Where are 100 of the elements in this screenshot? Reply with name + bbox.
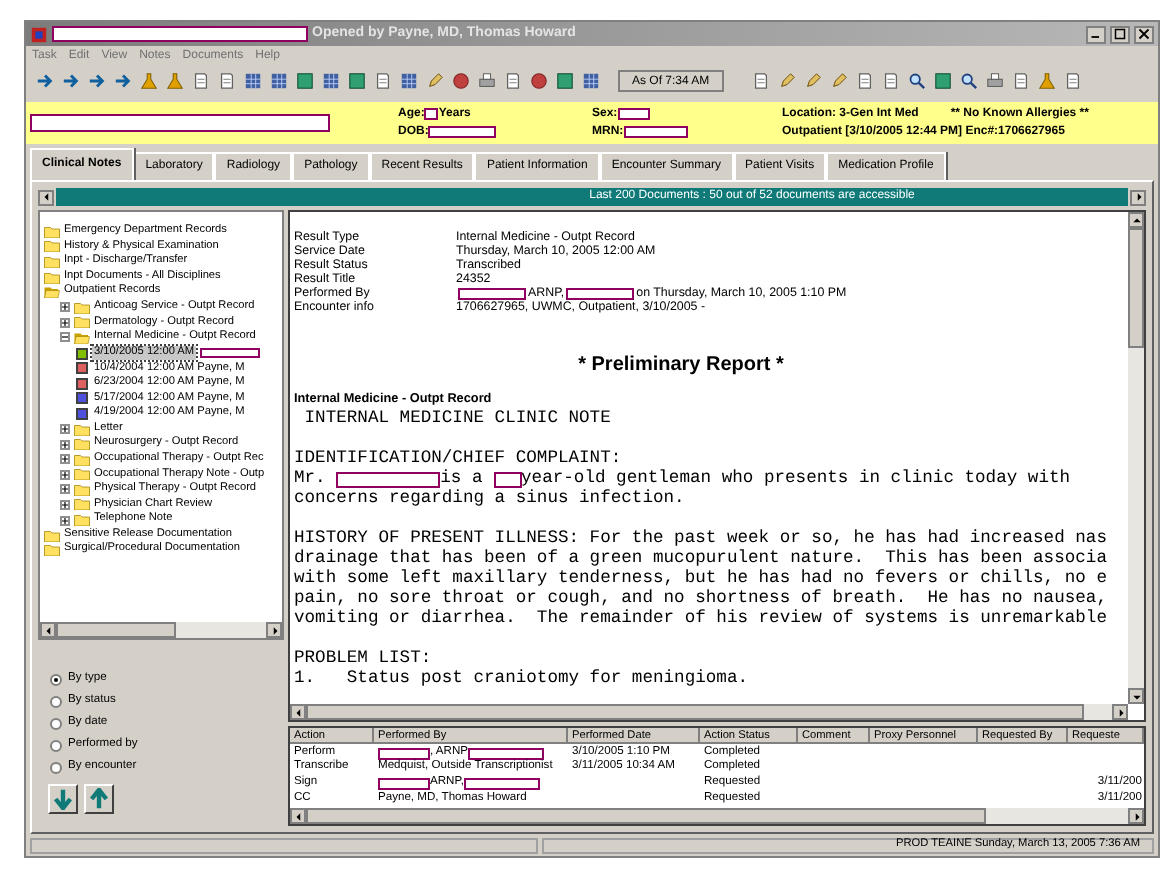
toolbar-button[interactable] (112, 71, 132, 91)
toolbar-button[interactable] (751, 71, 772, 91)
report-text: 1. Status post craniotomy for meningioma. (294, 666, 748, 693)
plus-icon (62, 471, 68, 478)
toolbar-button[interactable] (777, 71, 798, 91)
document-icon (882, 72, 901, 90)
toolbar-button[interactable] (933, 71, 954, 91)
toolbar-button[interactable] (164, 71, 184, 91)
plus-icon (62, 517, 68, 524)
scroll-button[interactable] (1112, 704, 1128, 720)
triangle-icon (293, 707, 303, 717)
redaction-box (458, 287, 526, 299)
square-icon (934, 72, 953, 90)
grid-icon (321, 72, 339, 90)
move-button[interactable] (84, 784, 114, 814)
triangle-icon (293, 811, 303, 821)
toolbar-button[interactable] (450, 71, 470, 91)
toolbar-button[interactable] (60, 71, 80, 91)
expander[interactable] (60, 469, 70, 480)
scroll-button[interactable] (1128, 808, 1144, 824)
move-button[interactable] (48, 784, 78, 814)
radio-button[interactable] (50, 674, 62, 686)
scroll-thumb[interactable] (56, 622, 176, 638)
scroll-button[interactable] (1130, 189, 1146, 205)
toolbar-button[interactable] (803, 71, 824, 91)
expander[interactable] (60, 332, 70, 343)
expander[interactable] (60, 439, 70, 450)
scroll-button[interactable] (1128, 688, 1144, 704)
scroll-thumb[interactable] (306, 808, 986, 824)
expander[interactable] (60, 317, 70, 328)
toolbar-button[interactable] (985, 71, 1006, 91)
scroll-button[interactable] (1128, 212, 1144, 228)
expander[interactable] (60, 515, 70, 526)
scroll-thumb[interactable] (1128, 228, 1144, 348)
toolbar-button[interactable] (907, 71, 928, 91)
expander[interactable] (60, 424, 70, 435)
scrollbar[interactable] (1128, 212, 1144, 704)
radio-button[interactable] (50, 718, 62, 730)
minimize-button[interactable] (1086, 25, 1106, 43)
toolbar-button[interactable] (554, 71, 574, 91)
toolbar-button[interactable] (1063, 71, 1084, 91)
document-icon (373, 72, 391, 90)
radio-button[interactable] (50, 762, 62, 774)
toolbar-button[interactable] (138, 71, 158, 91)
toolbar-button[interactable] (346, 71, 366, 91)
expander[interactable] (60, 302, 70, 313)
toolbar-button[interactable] (216, 71, 236, 91)
close-icon (1138, 28, 1150, 40)
toolbar-button[interactable] (1037, 71, 1058, 91)
arrow-icon (61, 72, 79, 90)
scroll-button[interactable] (290, 808, 306, 824)
report-text: HISTORY OF PRESENT ILLNESS: For the past week or so, he has had increased nas (294, 526, 1107, 549)
toolbar-button[interactable] (1011, 71, 1032, 91)
redaction-box (378, 777, 430, 790)
plus-icon (62, 304, 68, 311)
toolbar-button[interactable] (86, 71, 106, 91)
scroll-button[interactable] (38, 189, 54, 205)
printer-icon (477, 72, 495, 90)
radio-button[interactable] (50, 696, 62, 708)
redaction-box (468, 747, 545, 760)
scrollbar[interactable] (290, 808, 1144, 824)
expander[interactable] (60, 454, 70, 465)
scroll-button[interactable] (290, 704, 306, 720)
expander[interactable] (60, 499, 70, 510)
toolbar-button[interactable] (959, 71, 980, 91)
report-text: IDENTIFICATION/CHIEF COMPLAINT: (294, 446, 622, 469)
redaction-box (336, 472, 441, 488)
report-text: concerns regarding a sinus infection. (294, 486, 685, 513)
redaction-box (378, 747, 430, 760)
plus-icon (62, 486, 68, 493)
expander[interactable] (60, 484, 70, 495)
triangle-icon (269, 625, 279, 635)
scroll-button[interactable] (40, 622, 56, 638)
scrollbar[interactable] (40, 622, 282, 638)
toolbar-button[interactable] (502, 71, 522, 91)
redaction-box (428, 126, 497, 138)
toolbar-button[interactable] (294, 71, 314, 91)
maximize-button[interactable] (1110, 25, 1130, 43)
toolbar-button[interactable] (528, 71, 548, 91)
report-text: INTERNAL MEDICINE CLINIC NOTE (302, 406, 611, 433)
redaction-box (566, 287, 635, 299)
toolbar-button[interactable] (881, 71, 902, 91)
toolbar-button[interactable] (855, 71, 876, 91)
close-button[interactable] (1134, 25, 1154, 43)
toolbar-button[interactable] (424, 71, 444, 91)
plus-icon (62, 426, 68, 433)
report-text: pain, no sore throat or cough, and no shortness of breath. He has no nausea, (294, 586, 1107, 609)
document-icon (191, 72, 209, 90)
document-icon (1064, 72, 1083, 90)
radio-button[interactable] (50, 740, 62, 752)
toolbar-button[interactable] (829, 71, 850, 91)
toolbar-button[interactable] (372, 71, 392, 91)
toolbar-button[interactable] (190, 71, 210, 91)
minus-icon (62, 334, 68, 341)
document-icon (752, 72, 771, 90)
report-text: is a (440, 466, 485, 489)
scroll-button[interactable] (266, 622, 282, 638)
toolbar-button[interactable] (34, 71, 54, 91)
document-icon (217, 72, 235, 90)
toolbar-button[interactable] (476, 71, 496, 91)
